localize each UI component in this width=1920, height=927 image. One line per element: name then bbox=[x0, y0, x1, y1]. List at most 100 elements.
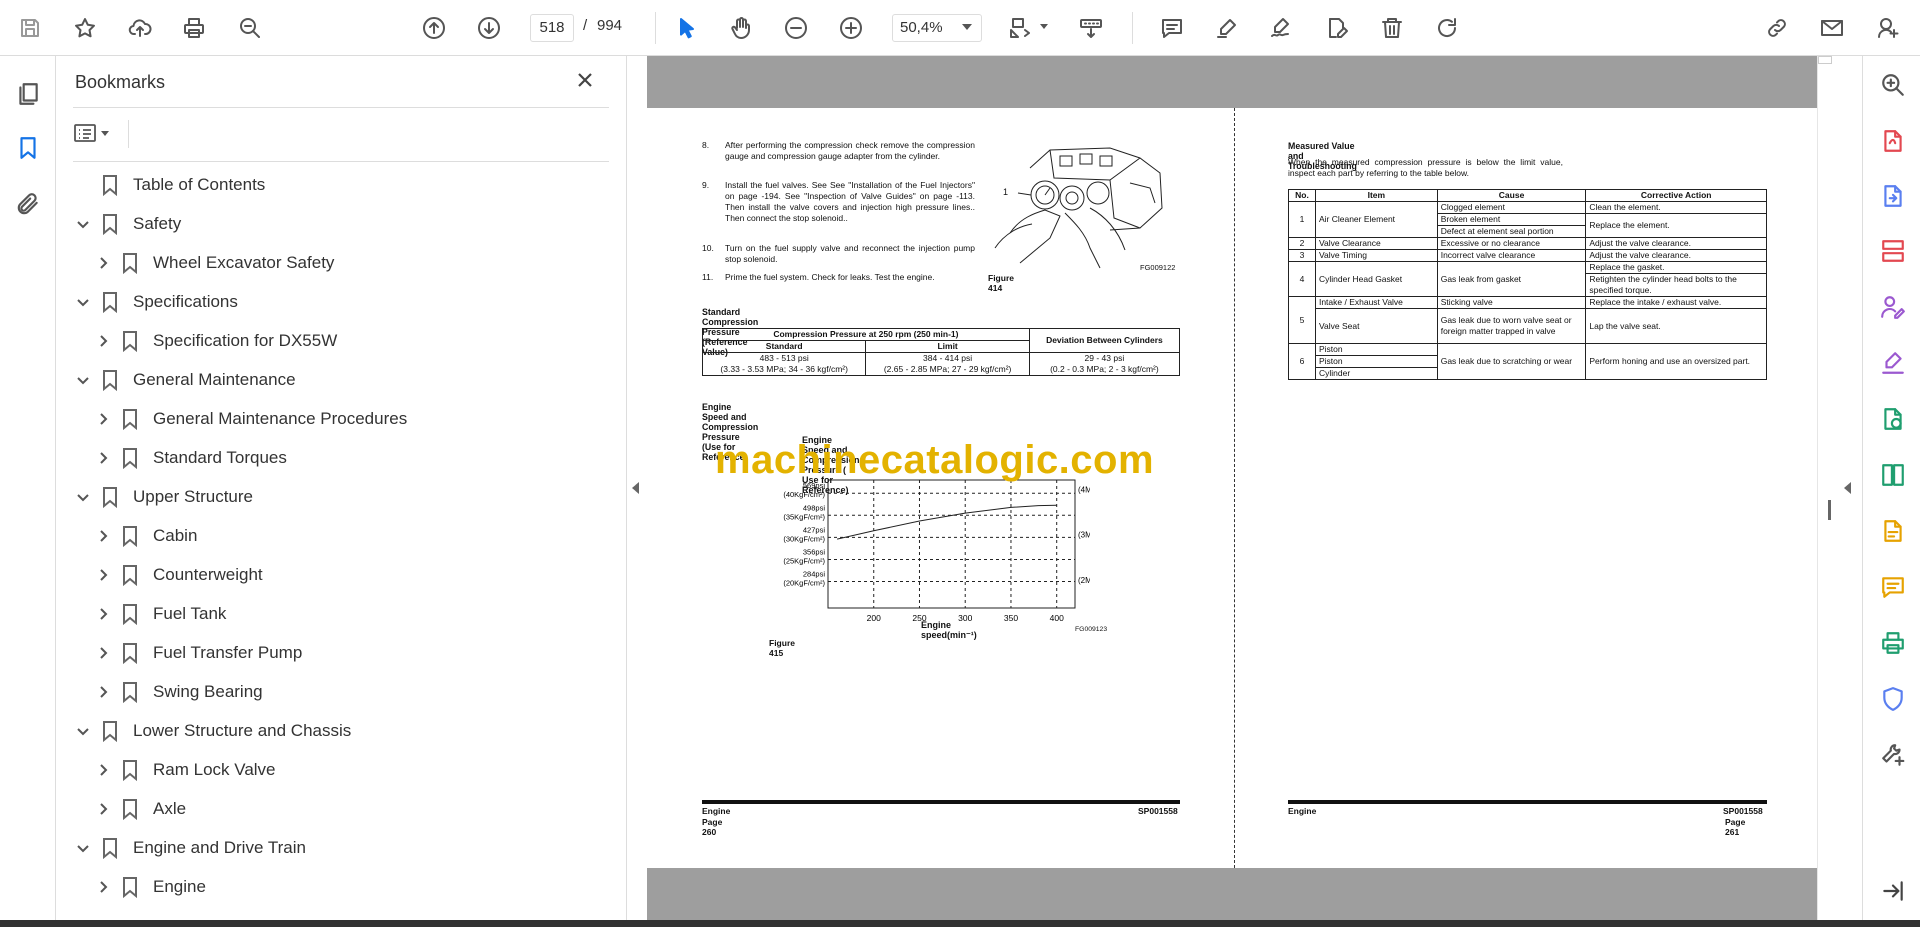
comment-tool-icon[interactable] bbox=[1876, 570, 1910, 604]
bookmark-icon bbox=[121, 876, 139, 899]
bookmark-item[interactable]: General Maintenance Procedures bbox=[93, 400, 407, 438]
chevron-right-icon[interactable] bbox=[93, 253, 113, 273]
chevron-down-icon[interactable] bbox=[962, 24, 972, 30]
chevron-right-icon[interactable] bbox=[93, 799, 113, 819]
bookmark-item[interactable]: Wheel Excavator Safety bbox=[93, 244, 334, 282]
chevron-right-icon[interactable] bbox=[93, 526, 113, 546]
keyboard-scroll-icon[interactable] bbox=[1073, 10, 1109, 46]
chevron-down-icon[interactable] bbox=[73, 838, 93, 858]
bookmark-item[interactable]: Engine and Drive Train bbox=[73, 829, 306, 867]
chevron-right-icon[interactable] bbox=[93, 682, 113, 702]
table-cell: Valve Timing bbox=[1314, 249, 1438, 262]
fill-sign-icon[interactable] bbox=[1876, 346, 1910, 380]
chevron-down-icon[interactable] bbox=[73, 214, 93, 234]
page-number-input[interactable]: 518 bbox=[530, 14, 574, 42]
table-cell: Excessive or no clearance bbox=[1436, 237, 1587, 250]
edit-pdf-icon[interactable] bbox=[1876, 514, 1910, 548]
bookmark-item[interactable]: Lower Structure and Chassis bbox=[73, 712, 351, 750]
convert-pdf-icon[interactable] bbox=[1876, 402, 1910, 436]
star-icon[interactable] bbox=[67, 10, 103, 46]
bookmark-item[interactable]: General Maintenance bbox=[73, 361, 296, 399]
collapse-tools-icon[interactable] bbox=[1876, 874, 1910, 908]
bookmark-item[interactable]: Upper Structure bbox=[73, 478, 253, 516]
close-icon[interactable] bbox=[573, 68, 601, 96]
compare-files-icon[interactable] bbox=[1876, 458, 1910, 492]
zoom-search-icon[interactable] bbox=[232, 10, 268, 46]
next-page-icon[interactable] bbox=[471, 10, 507, 46]
bookmark-item[interactable]: Axle bbox=[93, 790, 186, 828]
bookmark-item[interactable]: Table of Contents bbox=[73, 166, 265, 204]
scrollbar-thumb[interactable] bbox=[1828, 500, 1831, 520]
create-pdf-icon[interactable] bbox=[1876, 124, 1910, 158]
previous-page-icon[interactable] bbox=[416, 10, 452, 46]
attachment-icon[interactable] bbox=[10, 186, 46, 222]
chevron-right-icon[interactable] bbox=[93, 448, 113, 468]
chevron-right-icon[interactable] bbox=[93, 760, 113, 780]
draw-signature-icon[interactable] bbox=[1263, 10, 1299, 46]
chevron-down-icon[interactable] bbox=[73, 721, 93, 741]
print-production-icon[interactable] bbox=[1876, 626, 1910, 660]
protect-shield-icon[interactable] bbox=[1876, 682, 1910, 716]
request-signature-icon[interactable] bbox=[1876, 290, 1910, 324]
chevron-down-icon[interactable] bbox=[73, 487, 93, 507]
expand-tools-icon[interactable] bbox=[1844, 482, 1851, 494]
collapse-left-icon[interactable] bbox=[632, 482, 639, 494]
bookmark-item[interactable]: Safety bbox=[73, 205, 181, 243]
bookmark-item[interactable]: Swing Bearing bbox=[93, 673, 263, 711]
bookmark-item[interactable]: Counterweight bbox=[93, 556, 263, 594]
chart-x-label: Engine speed(min⁻¹) bbox=[921, 620, 977, 640]
bookmark-options-button[interactable] bbox=[73, 118, 119, 148]
table-header: Limit bbox=[865, 340, 1030, 353]
comment-icon[interactable] bbox=[1154, 10, 1190, 46]
zoom-in-icon[interactable] bbox=[833, 10, 869, 46]
highlight-pen-icon[interactable] bbox=[1209, 10, 1245, 46]
email-icon[interactable] bbox=[1814, 10, 1850, 46]
panel-divider bbox=[128, 120, 129, 148]
save-icon[interactable] bbox=[12, 10, 48, 46]
chevron-right-icon[interactable] bbox=[93, 409, 113, 429]
export-pdf-icon[interactable] bbox=[1876, 179, 1910, 213]
scroll-up-button[interactable] bbox=[1818, 56, 1832, 64]
left-navigation-rail bbox=[0, 56, 56, 920]
bookmark-item[interactable]: Fuel Transfer Pump bbox=[93, 634, 302, 672]
chevron-right-icon[interactable] bbox=[93, 565, 113, 585]
chevron-right-icon[interactable] bbox=[93, 643, 113, 663]
chevron-down-icon[interactable] bbox=[73, 292, 93, 312]
bookmark-item[interactable]: Specifications bbox=[73, 283, 238, 321]
print-icon[interactable] bbox=[176, 10, 212, 46]
intro-text: When the measured compression pressure i… bbox=[1288, 157, 1563, 178]
bookmark-item[interactable]: Cabin bbox=[93, 517, 197, 555]
account-add-icon[interactable] bbox=[1870, 10, 1906, 46]
footer-page-number: Page 260 bbox=[702, 817, 723, 837]
bookmark-item[interactable]: Fuel Tank bbox=[93, 595, 226, 633]
bookmark-label: Axle bbox=[153, 799, 187, 818]
share-link-icon[interactable] bbox=[1759, 10, 1795, 46]
page-thumbnails-icon[interactable] bbox=[10, 76, 46, 112]
bookmark-item[interactable]: Engine bbox=[93, 868, 206, 906]
page-fit-icon[interactable] bbox=[1002, 10, 1038, 46]
table-header: Deviation Between Cylinders bbox=[1028, 328, 1181, 353]
chevron-down-icon[interactable] bbox=[73, 370, 93, 390]
zoom-out-icon[interactable] bbox=[778, 10, 814, 46]
delete-trash-icon[interactable] bbox=[1374, 10, 1410, 46]
hand-tool-icon[interactable] bbox=[723, 10, 759, 46]
y-tick-label: 356psi bbox=[803, 547, 825, 556]
redo-rotate-icon[interactable] bbox=[1429, 10, 1465, 46]
upload-cloud-icon[interactable] bbox=[122, 10, 158, 46]
zoom-search-icon[interactable] bbox=[1876, 68, 1910, 102]
bookmark-panel-icon[interactable] bbox=[10, 130, 46, 166]
bookmark-item[interactable]: Standard Torques bbox=[93, 439, 287, 477]
chevron-right-icon[interactable] bbox=[93, 331, 113, 351]
select-cursor-icon[interactable] bbox=[669, 10, 705, 46]
more-tools-icon[interactable] bbox=[1876, 738, 1910, 772]
chevron-right-icon[interactable] bbox=[93, 877, 113, 897]
bookmark-item[interactable]: Ram Lock Valve bbox=[93, 751, 276, 789]
organize-pages-icon[interactable] bbox=[1876, 234, 1910, 268]
bookmark-item[interactable]: Specification for DX55W bbox=[93, 322, 337, 360]
edit-document-icon[interactable] bbox=[1319, 10, 1355, 46]
document-scrollbar[interactable] bbox=[1817, 56, 1857, 920]
chevron-right-icon[interactable] bbox=[93, 604, 113, 624]
chevron-down-icon[interactable] bbox=[1040, 24, 1048, 29]
panel-divider bbox=[73, 107, 609, 108]
y-right-tick-label: (2MPa) bbox=[1078, 576, 1090, 585]
